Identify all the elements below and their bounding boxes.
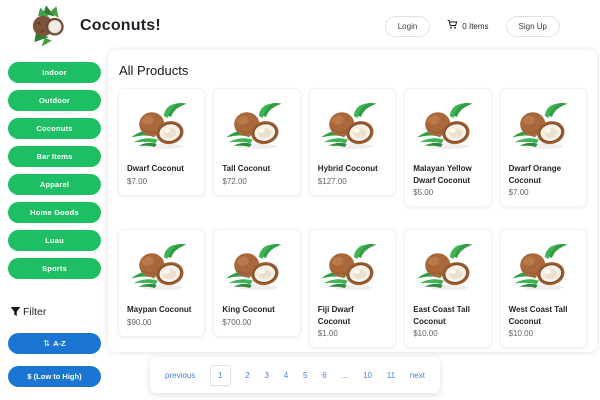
product-name: Maypan Coconut [127,305,192,315]
sort-arrows-icon: ⇅ [43,339,51,348]
coconut-logo-icon[interactable] [27,3,71,49]
pagination-next[interactable]: next [410,371,425,380]
main-panel: All Products Dwarf Coconut $7.00 Tall Coc… [108,50,597,352]
product-price: $700.00 [222,317,252,327]
sidebar: Indoor Outdoor Coconuts Bar Items Apparel Hom… [8,62,101,387]
product-price: $90.00 [127,317,152,327]
coconut-product-image [509,95,578,157]
header-actions: Login 0 Items Sign Up [384,15,560,37]
product-card[interactable]: Dwarf Coconut $7.00 [118,88,206,196]
sort-price-label: $ (Low to High) [27,372,82,381]
product-price: $7.00 [508,188,529,198]
pagination: previous 1 2 3 4 5 6... 10 11 next [150,357,440,393]
coconut-product-image [413,95,482,157]
product-card[interactable]: King Coconut $700.00 [213,229,301,337]
coconut-product-image [127,236,196,298]
product-price: $7.00 [127,176,148,186]
category-button-coconuts[interactable]: Coconuts [8,118,101,139]
coconut-product-image [222,236,291,298]
coconut-product-image [222,95,291,157]
header: Coconuts! Login 0 Items Sign Up [0,0,600,52]
sort-price-button[interactable]: $ (Low to High) [8,366,101,387]
pagination-page-10[interactable]: 10 [363,371,372,380]
category-button-home-goods[interactable]: Home Goods [8,202,101,223]
pagination-page-6[interactable]: 6 [322,371,326,380]
pagination-previous[interactable]: previous [165,371,195,380]
category-button-sports[interactable]: Sports [8,258,101,279]
product-grid: Dwarf Coconut $7.00 Tall Coconut $72.00 Hy… [108,88,597,349]
product-price: $10.00 [413,329,438,339]
coconut-product-image [127,95,196,157]
product-price: $5.00 [413,188,434,198]
pagination-page-1[interactable]: 1 [210,364,231,386]
pagination-page-11[interactable]: 11 [387,371,395,380]
product-name: West Coast Tall Coconut [508,305,568,326]
product-price: $10.00 [508,329,534,339]
category-button-bar-items[interactable]: Bar Items [8,146,101,167]
product-name: Hybrid Coconut [317,164,378,173]
product-name: East Coast Tall Coconut [413,305,470,326]
product-card[interactable]: Maypan Coconut $90.00 [118,229,206,337]
shopping-cart-icon [447,17,458,35]
pagination-page-5[interactable]: 5 [303,371,307,380]
signup-button[interactable]: Sign Up [505,15,560,37]
cart-button[interactable]: 0 Items [447,17,489,35]
sort-az-button[interactable]: ⇅ A-Z [8,333,101,354]
product-price: $72.00 [222,176,247,186]
cart-items-count: 0 Items [462,21,489,31]
site-title: Coconuts! [80,17,161,34]
login-button[interactable]: Login [384,15,431,37]
funnel-icon [10,303,21,321]
product-card[interactable]: Dwarf Orange Coconut $7.00 [499,88,587,208]
product-name: Dwarf Orange Coconut [508,164,562,185]
product-name: Malayan Yellow Dwarf Coconut [413,164,472,185]
product-card[interactable]: Fiji Dwarf Coconut $1.00 [308,229,397,349]
pagination-page-3[interactable]: 3 [265,371,269,380]
category-button-apparel[interactable]: Apparel [8,174,101,195]
coconut-product-image [318,236,387,298]
coconut-product-image [318,95,387,157]
product-name: Fiji Dwarf Coconut [317,305,354,326]
product-name: Tall Coconut [222,164,271,173]
pagination-page-2[interactable]: 2 [245,371,249,380]
product-card[interactable]: Tall Coconut $72.00 [213,88,301,196]
product-name: King Coconut [222,305,275,315]
product-card[interactable]: East Coast Tall Coconut $10.00 [404,229,492,349]
pagination-page-4[interactable]: 4 [284,371,288,380]
category-button-luau[interactable]: Luau [8,230,101,251]
category-button-outdoor[interactable]: Outdoor [8,90,101,111]
pagination-ellipsis: ... [341,370,349,380]
product-card[interactable]: Malayan Yellow Dwarf Coconut $5.00 [404,88,492,208]
page-title: All Products [119,63,189,78]
category-list: Indoor Outdoor Coconuts Bar Items Apparel Hom… [8,62,101,279]
filter-label: Filter [23,306,47,318]
category-button-indoor[interactable]: Indoor [8,62,101,83]
product-price: $127.00 [317,176,347,186]
product-price: $1.00 [317,329,338,339]
filter-section-header: Filter [10,303,101,321]
sort-az-label: A-Z [53,339,66,348]
coconut-product-image [413,236,482,298]
product-card[interactable]: West Coast Tall Coconut $10.00 [499,229,587,349]
coconut-product-image [509,236,578,298]
product-card[interactable]: Hybrid Coconut $127.00 [308,88,397,196]
product-name: Dwarf Coconut [127,164,184,173]
